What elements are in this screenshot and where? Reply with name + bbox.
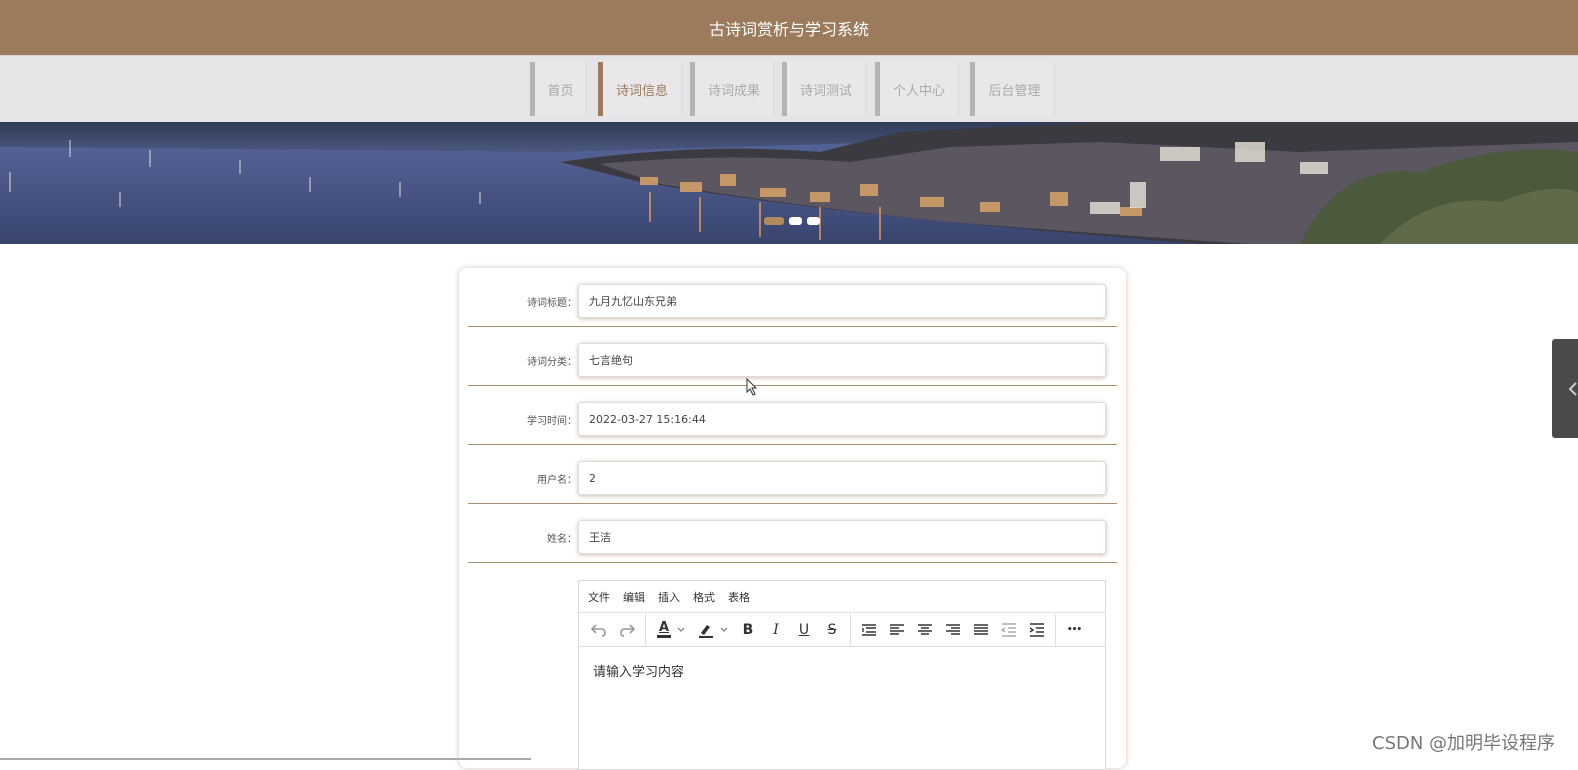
editor-menubar: 文件 编辑 插入 格式 表格 [579, 581, 1105, 613]
align-center-button[interactable] [911, 616, 939, 644]
font-color-icon: A [657, 619, 671, 638]
scrollbar-track [0, 758, 531, 760]
form-row-title: 诗词标题： 九月九忆山东兄弟 [468, 268, 1117, 327]
bold-button[interactable]: B [734, 616, 762, 644]
form-row-study-time: 学习时间： 2022-03-27 15:16:44 [468, 386, 1117, 445]
form-row-category: 诗词分类： 七言绝句 [468, 327, 1117, 386]
form-row-name: 姓名： 王洁 [468, 504, 1117, 563]
outdent-button[interactable] [995, 616, 1023, 644]
italic-button[interactable]: I [762, 616, 790, 644]
align-right-button[interactable] [939, 616, 967, 644]
watermark: CSDN @加明毕设程序 [1372, 733, 1556, 754]
nav-item-label: 诗词成果 [707, 83, 760, 99]
menu-table[interactable]: 表格 [728, 589, 750, 605]
nav-item-label: 个人中心 [892, 83, 945, 99]
nav-item-home[interactable]: 首页 [530, 62, 587, 116]
form-row-username: 用户名： 2 [468, 445, 1117, 504]
indent-button[interactable] [1023, 616, 1051, 644]
nav-item-admin[interactable]: 后台管理 [970, 62, 1055, 116]
bold-icon: B [742, 621, 754, 638]
nav-item-poem-info[interactable]: 诗词信息 [598, 62, 682, 116]
highlighter-icon [699, 624, 713, 638]
align-center-icon [918, 623, 932, 635]
editor-toolbar: A B I U S ••• [579, 613, 1105, 647]
nav-item-label: 诗词测试 [799, 83, 852, 99]
field-label: 用户名： [537, 475, 577, 486]
nav-item-poem-results[interactable]: 诗词成果 [690, 62, 774, 116]
nav-item-label: 后台管理 [988, 83, 1041, 99]
carousel-indicators [764, 217, 820, 225]
font-color-glyph: A [658, 619, 670, 635]
outdent-icon [1001, 622, 1016, 637]
underline-icon: U [798, 621, 810, 638]
field-label: 诗词分类： [527, 357, 577, 368]
indent-icon [1029, 622, 1044, 637]
more-icon: ••• [1066, 624, 1082, 635]
undo-icon[interactable] [585, 616, 613, 644]
more-button[interactable]: ••• [1060, 616, 1088, 644]
toolbar-divider [1055, 613, 1056, 646]
align-left-icon [890, 623, 904, 635]
field-label: 学习时间： [527, 416, 577, 427]
field-label: 姓名： [547, 534, 577, 545]
study-time-field[interactable]: 2022-03-27 15:16:44 [578, 402, 1106, 436]
menu-file[interactable]: 文件 [588, 589, 610, 605]
chevron-left-icon [1568, 381, 1577, 396]
line-height-button[interactable] [855, 616, 883, 644]
align-justify-button[interactable] [967, 616, 995, 644]
strikethrough-button[interactable]: S [818, 616, 846, 644]
nav-item-label: 诗词信息 [615, 83, 668, 99]
nav-item-label: 首页 [547, 83, 574, 99]
username-field[interactable]: 2 [578, 461, 1106, 495]
name-field[interactable]: 王洁 [578, 520, 1106, 554]
carousel-dot[interactable] [807, 217, 820, 225]
nav-item-personal-center[interactable]: 个人中心 [875, 62, 959, 116]
nav-item-poem-test[interactable]: 诗词测试 [782, 62, 866, 116]
poem-title-field[interactable]: 九月九忆山东兄弟 [578, 284, 1106, 318]
field-label: 诗词标题： [527, 298, 577, 309]
align-left-button[interactable] [883, 616, 911, 644]
chevron-down-icon [677, 627, 685, 632]
editor-content[interactable]: 请输入学习内容 [579, 647, 1105, 694]
mouse-cursor-icon [746, 378, 758, 396]
redo-icon[interactable] [613, 616, 641, 644]
rich-text-editor: 文件 编辑 插入 格式 表格 A B I U S ••• 请输入学习内容 [578, 580, 1106, 770]
menu-insert[interactable]: 插入 [658, 589, 680, 605]
poem-category-field[interactable]: 七言绝句 [578, 343, 1106, 377]
toolbar-divider [850, 613, 851, 646]
italic-icon: I [773, 621, 779, 638]
highlight-color-button[interactable] [692, 616, 734, 644]
editor-placeholder: 请输入学习内容 [593, 665, 685, 680]
carousel-dot[interactable] [789, 217, 802, 225]
main-nav: 首页 诗词信息 诗词成果 诗词测试 个人中心 后台管理 [0, 55, 1578, 122]
strikethrough-icon: S [827, 621, 837, 638]
poem-detail-form: 诗词标题： 九月九忆山东兄弟 诗词分类： 七言绝句 学习时间： 2022-03-… [459, 268, 1126, 770]
site-header: 古诗词赏析与学习系统 [0, 0, 1578, 55]
font-color-button[interactable]: A [650, 616, 692, 644]
banner-image [0, 122, 1578, 244]
carousel-dot[interactable] [764, 217, 784, 225]
align-justify-icon [974, 623, 988, 635]
align-right-icon [946, 623, 960, 635]
menu-edit[interactable]: 编辑 [623, 589, 645, 605]
underline-button[interactable]: U [790, 616, 818, 644]
toolbar-divider [645, 613, 646, 646]
menu-format[interactable]: 格式 [693, 589, 715, 605]
site-title: 古诗词赏析与学习系统 [708, 19, 869, 39]
chevron-down-icon [720, 627, 728, 632]
line-height-icon [862, 623, 876, 636]
banner-carousel[interactable] [0, 122, 1578, 244]
side-panel-toggle[interactable] [1552, 339, 1578, 438]
